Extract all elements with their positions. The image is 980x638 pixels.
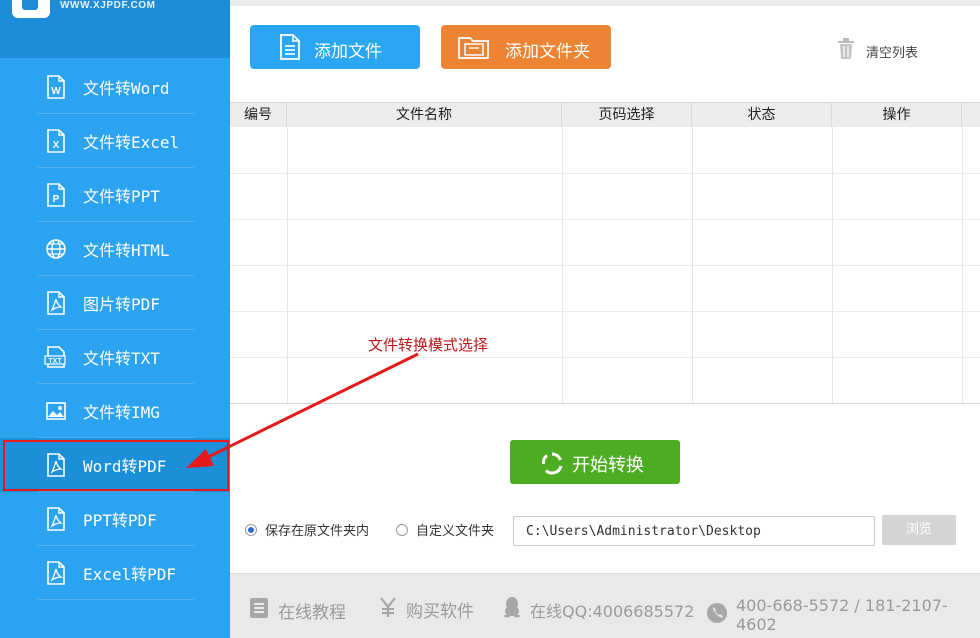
column-header-spacer	[962, 103, 980, 127]
main-panel: 添加文件 添加文件夹 清空列表 编号 文件名称 页码选择 状态 操作 开始转换 …	[230, 0, 980, 638]
ppt-icon: P	[44, 183, 68, 207]
sidebar-item-file-to-ppt[interactable]: P 文件转PPT	[0, 168, 230, 222]
table-row	[230, 311, 980, 312]
online-qq-link[interactable]: 在线QQ:4006685572	[502, 596, 694, 623]
yen-icon	[378, 596, 398, 623]
output-path-input[interactable]	[513, 516, 875, 546]
clear-list-button[interactable]: 清空列表	[836, 38, 918, 64]
pdf-icon	[44, 291, 68, 315]
clear-list-label: 清空列表	[866, 45, 919, 61]
online-tutorial-link[interactable]: 在线教程	[248, 596, 346, 625]
sidebar: WWW.XJPDF.COM W 文件转Word X 文件转Excel P 文件转…	[0, 0, 230, 638]
svg-text:TXT: TXT	[48, 358, 62, 365]
phone-icon	[706, 602, 728, 629]
folder-icon	[457, 33, 491, 61]
annotation-arrow	[186, 352, 419, 468]
refresh-icon	[540, 451, 564, 475]
sidebar-item-label: 图片转PDF	[83, 295, 160, 314]
sidebar-item-excel-to-pdf[interactable]: Excel转PDF	[0, 546, 230, 600]
sidebar-item-image-to-pdf[interactable]: 图片转PDF	[0, 276, 230, 330]
pdf-icon	[44, 561, 68, 585]
pdf-icon	[44, 507, 68, 531]
table-header-row: 编号 文件名称 页码选择 状态 操作	[230, 103, 980, 127]
txt-icon: TXT	[44, 345, 68, 369]
trash-icon	[836, 38, 856, 64]
add-folder-label: 添加文件夹	[505, 42, 590, 62]
sidebar-item-label: Word转PDF	[83, 457, 167, 476]
sidebar-item-file-to-html[interactable]: 文件转HTML	[0, 222, 230, 276]
sidebar-item-label: 文件转HTML	[83, 241, 170, 260]
column-header-filename: 文件名称	[287, 103, 562, 127]
save-original-folder-label: 保存在原文件夹内	[265, 524, 370, 539]
table-row	[230, 173, 980, 174]
table-column-divider	[962, 127, 963, 405]
start-convert-label: 开始转换	[572, 455, 644, 476]
table-column-divider	[562, 127, 563, 405]
table-column-divider	[832, 127, 833, 405]
add-folder-button[interactable]: 添加文件夹	[441, 25, 611, 69]
table-column-divider	[692, 127, 693, 405]
site-url: WWW.XJPDF.COM	[60, 0, 156, 11]
svg-text:P: P	[53, 194, 60, 205]
globe-icon	[44, 237, 68, 261]
custom-folder-label: 自定义文件夹	[416, 524, 495, 539]
column-header-status: 状态	[692, 103, 832, 127]
tutorial-book-icon	[248, 596, 270, 625]
word-icon: W	[44, 75, 68, 99]
phone-contact: 400-668-5572 / 181-2107-4602	[706, 596, 980, 634]
sidebar-item-file-to-excel[interactable]: X 文件转Excel	[0, 114, 230, 168]
top-strip	[230, 0, 980, 6]
browse-button[interactable]: 浏览	[882, 515, 956, 545]
sidebar-item-label: 文件转PPT	[83, 187, 160, 206]
start-convert-button[interactable]: 开始转换	[510, 440, 680, 484]
image-icon	[44, 399, 68, 423]
buy-software-label: 购买软件	[406, 602, 474, 622]
sidebar-header: WWW.XJPDF.COM	[0, 0, 230, 58]
add-file-label: 添加文件	[314, 42, 382, 62]
svg-text:X: X	[53, 140, 60, 151]
sidebar-item-label: 文件转IMG	[83, 403, 160, 422]
app-logo	[12, 0, 50, 18]
footer-bar: 在线教程 购买软件 在线QQ:4006685572 400-668-5572 /…	[230, 573, 980, 638]
column-header-page-select: 页码选择	[562, 103, 692, 127]
svg-text:W: W	[51, 86, 61, 97]
custom-folder-radio[interactable]: 自定义文件夹	[396, 520, 494, 539]
conversion-mode-nav: W 文件转Word X 文件转Excel P 文件转PPT 文件转HTML 图片…	[0, 60, 230, 600]
save-original-folder-radio[interactable]: 保存在原文件夹内	[245, 520, 369, 539]
pdf-icon	[44, 453, 68, 477]
sidebar-item-ppt-to-pdf[interactable]: PPT转PDF	[0, 492, 230, 546]
table-row	[230, 219, 980, 220]
excel-icon: X	[44, 129, 68, 153]
sidebar-item-label: 文件转Word	[83, 79, 170, 98]
buy-software-link[interactable]: 购买软件	[378, 596, 474, 623]
radio-dot	[396, 523, 408, 536]
sidebar-item-label: 文件转Excel	[83, 133, 180, 152]
online-qq-label: 在线QQ:4006685572	[530, 601, 695, 621]
document-icon	[278, 33, 304, 61]
radio-dot	[245, 523, 257, 536]
sidebar-item-label: 文件转TXT	[83, 349, 160, 368]
table-row	[230, 265, 980, 266]
column-header-number: 编号	[230, 103, 287, 127]
sidebar-item-label: PPT转PDF	[83, 511, 157, 530]
add-file-button[interactable]: 添加文件	[250, 25, 420, 69]
sidebar-item-file-to-word[interactable]: W 文件转Word	[0, 60, 230, 114]
column-header-action: 操作	[832, 103, 962, 127]
qq-penguin-icon	[502, 596, 522, 623]
sidebar-item-label: Excel转PDF	[83, 565, 177, 584]
phone-numbers-label: 400-668-5572 / 181-2107-4602	[736, 596, 948, 634]
online-tutorial-label: 在线教程	[278, 603, 346, 623]
